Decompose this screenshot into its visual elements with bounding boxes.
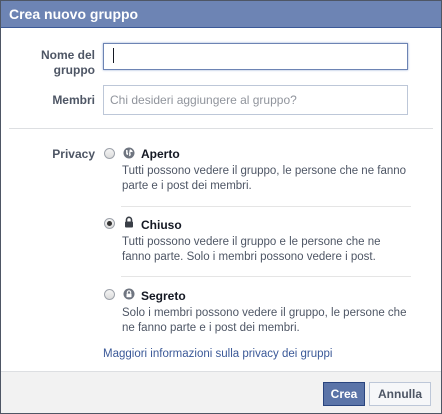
privacy-radio-secret[interactable]: [104, 289, 115, 300]
option-divider: [121, 276, 411, 277]
create-group-dialog: Crea nuovo gruppo Nome del gruppo Membri…: [0, 0, 442, 414]
dialog-header: Crea nuovo gruppo: [1, 1, 441, 28]
section-divider: [9, 128, 433, 129]
dialog-footer: Crea Annulla: [1, 371, 441, 413]
group-name-input[interactable]: [103, 43, 408, 70]
privacy-option-title-open: Aperto: [141, 147, 180, 161]
privacy-option-desc-closed: Tutti possono vedere il gruppo e le pers…: [122, 236, 381, 263]
privacy-option-desc-secret: Solo i membri possono vedere il gruppo, …: [122, 307, 407, 334]
privacy-radio-open[interactable]: [104, 148, 115, 159]
privacy-radio-closed[interactable]: [104, 218, 115, 229]
group-name-label: Nome del gruppo: [40, 48, 95, 77]
privacy-option-desc-open: Tutti possono vedere il gruppo, le perso…: [122, 165, 407, 192]
dialog-title: Crea nuovo gruppo: [9, 6, 139, 22]
members-input[interactable]: [103, 85, 408, 115]
privacy-label: Privacy: [52, 147, 95, 161]
text-caret: [113, 48, 114, 63]
cancel-button[interactable]: Annulla: [369, 382, 431, 406]
globe-icon: [123, 147, 135, 159]
privacy-option-title-closed: Chiuso: [141, 218, 182, 232]
option-divider: [121, 206, 411, 207]
privacy-info-link[interactable]: Maggiori informazioni sulla privacy dei …: [103, 348, 332, 360]
members-label: Membri: [52, 93, 95, 107]
lock-icon: [125, 216, 133, 228]
secret-lock-icon: [123, 288, 135, 300]
privacy-option-title-secret: Segreto: [141, 289, 186, 303]
create-button[interactable]: Crea: [323, 382, 365, 406]
